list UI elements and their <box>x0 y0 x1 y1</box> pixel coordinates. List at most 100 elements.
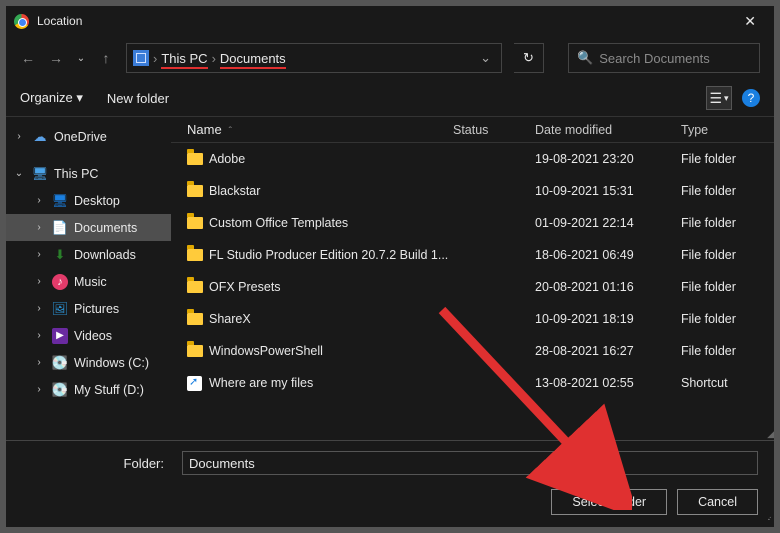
sidebar-item-label: Music <box>74 275 107 289</box>
sidebar-item-label: This PC <box>54 167 98 181</box>
sidebar-item-label: OneDrive <box>54 130 107 144</box>
sidebar-item-downloads[interactable]: ›⬇Downloads <box>6 241 171 268</box>
chevron-right-icon: › <box>32 222 46 233</box>
list-item[interactable]: Blackstar10-09-2021 15:31File folder <box>171 175 774 207</box>
sidebar: ›☁OneDrive⌄🖥This PC›🖥Desktop›📄Documents›… <box>6 117 171 440</box>
sidebar-item-onedrive[interactable]: ›☁OneDrive <box>6 123 171 150</box>
file-date: 18-06-2021 06:49 <box>535 248 681 262</box>
file-type: File folder <box>681 152 774 166</box>
address-bar[interactable]: › This PC › Documents ⌄ <box>126 43 502 73</box>
chevron-right-icon: › <box>32 384 46 395</box>
toolbar: Organize ▾ New folder ☰▾ ? <box>6 80 774 116</box>
desk-icon: 🖥 <box>52 193 68 209</box>
resize-grip-icon[interactable]: ◢ <box>767 429 774 440</box>
file-name: Adobe <box>209 152 453 166</box>
sidebar-item-label: Videos <box>74 329 112 343</box>
file-name: ShareX <box>209 312 453 326</box>
title-bar: Location ✕ <box>6 6 774 36</box>
file-type: File folder <box>681 248 774 262</box>
column-headers: Name ˆ Status Date modified Type <box>171 117 774 143</box>
doc-icon: 📄 <box>52 220 68 236</box>
column-type[interactable]: Type <box>681 123 774 137</box>
file-date: 10-09-2021 18:19 <box>535 312 681 326</box>
file-type: File folder <box>681 312 774 326</box>
list-item[interactable]: FL Studio Producer Edition 20.7.2 Build … <box>171 239 774 271</box>
file-date: 20-08-2021 01:16 <box>535 280 681 294</box>
file-date: 01-09-2021 22:14 <box>535 216 681 230</box>
chevron-down-icon: ⌄ <box>12 168 26 179</box>
sidebar-item-thispc[interactable]: ⌄🖥This PC <box>6 160 171 187</box>
file-type: File folder <box>681 344 774 358</box>
sidebar-item-label: Documents <box>74 221 137 235</box>
folder-name-input[interactable] <box>182 451 758 475</box>
drive-icon: 💽 <box>52 355 68 371</box>
new-folder-button[interactable]: New folder <box>107 91 169 106</box>
shortcut-icon <box>187 376 202 391</box>
file-date: 13-08-2021 02:55 <box>535 376 681 390</box>
search-input[interactable]: 🔍 Search Documents <box>568 43 760 73</box>
cancel-button[interactable]: Cancel <box>677 489 758 515</box>
select-folder-button[interactable]: Select Folder <box>551 489 667 515</box>
list-item[interactable]: WindowsPowerShell 28-08-2021 16:27File fo… <box>171 335 774 367</box>
breadcrumb: This PC <box>157 51 211 66</box>
back-button[interactable]: ← <box>20 50 36 66</box>
sidebar-item-documents[interactable]: › 📄 Documents <box>6 214 171 241</box>
refresh-button[interactable]: ↻ <box>514 43 544 73</box>
chevron-right-icon: › <box>32 249 46 260</box>
column-name[interactable]: Name ˆ <box>187 122 453 137</box>
file-date: 28-08-2021 16:27 <box>535 344 681 358</box>
sidebar-item-label: Pictures <box>74 302 119 316</box>
folder-label: Folder: <box>22 456 172 471</box>
file-type: Shortcut <box>681 376 774 390</box>
file-type: File folder <box>681 184 774 198</box>
nav-row: ← → ⌄ ↑ › This PC › Documents ⌄ ↻ 🔍 Sear… <box>6 36 774 80</box>
column-date[interactable]: Date modified <box>535 123 681 137</box>
file-name: OFX Presets <box>209 280 453 294</box>
list-item[interactable]: Where are my files 13-08-2021 02:55Shortc… <box>171 367 774 399</box>
chevron-down-icon: ▾ <box>76 90 83 105</box>
address-history-button[interactable]: ⌄ <box>476 50 495 66</box>
footer: Folder: Select Folder Cancel <box>6 440 774 527</box>
chevron-right-icon: › <box>32 303 46 314</box>
sidebar-item-videos[interactable]: ›▶Videos <box>6 322 171 349</box>
pic-icon: 🖼 <box>52 301 68 317</box>
column-status[interactable]: Status <box>453 123 535 137</box>
folder-icon <box>187 249 203 261</box>
sidebar-item-label: Windows (C:) <box>74 356 149 370</box>
help-button[interactable]: ? <box>742 89 760 107</box>
view-options-button[interactable]: ☰▾ <box>706 86 732 110</box>
chevron-right-icon: › <box>32 330 46 341</box>
list-item[interactable]: ShareX 10-09-2021 18:19File folder <box>171 303 774 335</box>
list-item[interactable]: Adobe19-08-2021 23:20File folder <box>171 143 774 175</box>
file-name: FL Studio Producer Edition 20.7.2 Build … <box>209 248 453 262</box>
sidebar-item-ddrive[interactable]: ›💽My Stuff (D:) <box>6 376 171 403</box>
folder-icon <box>187 153 203 165</box>
sidebar-item-cdrive[interactable]: ›💽Windows (C:) <box>6 349 171 376</box>
folder-icon <box>187 313 203 325</box>
forward-button[interactable]: → <box>48 50 64 66</box>
close-button[interactable]: ✕ <box>734 9 766 34</box>
sidebar-item-music[interactable]: ›♪Music <box>6 268 171 295</box>
chrome-icon <box>14 14 29 29</box>
file-name: WindowsPowerShell <box>209 344 453 358</box>
file-list: Adobe19-08-2021 23:20File folderBlacksta… <box>171 143 774 440</box>
window-title: Location <box>37 14 82 28</box>
recent-locations-button[interactable]: ⌄ <box>76 53 86 64</box>
up-button[interactable]: ↑ <box>98 50 114 66</box>
file-date: 10-09-2021 15:31 <box>535 184 681 198</box>
file-name: Where are my files <box>209 376 453 390</box>
refresh-icon: ↻ <box>523 50 534 65</box>
chevron-right-icon: › <box>12 131 26 142</box>
chevron-right-icon: › <box>32 195 46 206</box>
window-resize-grip[interactable]: ..· <box>767 512 770 523</box>
folder-icon <box>187 217 203 229</box>
chevron-right-icon: › <box>32 276 46 287</box>
folder-icon <box>187 281 203 293</box>
sidebar-item-label: My Stuff (D:) <box>74 383 144 397</box>
breadcrumb: Documents <box>216 51 290 66</box>
organize-menu[interactable]: Organize ▾ <box>20 90 83 106</box>
sidebar-item-pictures[interactable]: › 🖼 Pictures <box>6 295 171 322</box>
sidebar-item-desktop[interactable]: ›🖥Desktop <box>6 187 171 214</box>
list-item[interactable]: OFX Presets20-08-2021 01:16File folder <box>171 271 774 303</box>
list-item[interactable]: Custom Office Templates01-09-2021 22:14F… <box>171 207 774 239</box>
